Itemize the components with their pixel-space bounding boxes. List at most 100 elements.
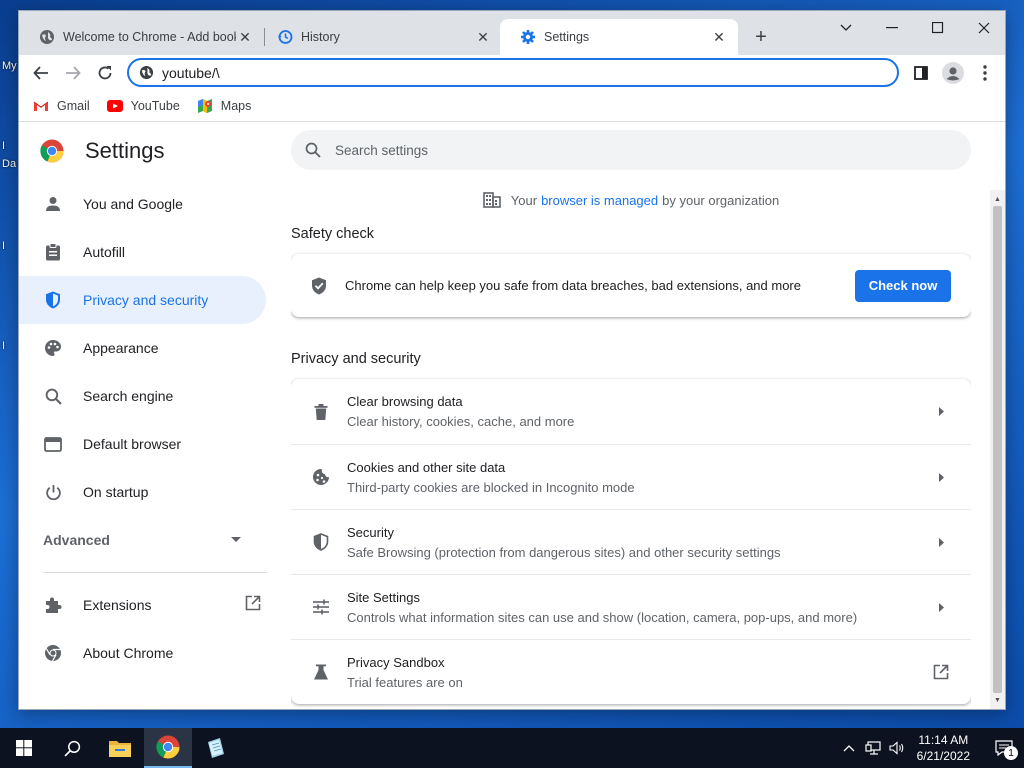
row-title: Security [347,524,394,540]
menu-kebab-icon[interactable] [971,59,999,87]
building-icon [482,192,501,208]
sidebar-item-search-engine[interactable]: Search engine [19,372,275,420]
row-security[interactable]: Security Safe Browsing (protection from … [291,509,971,574]
taskbar-clock[interactable]: 11:14 AM 6/21/2022 [917,732,970,764]
managed-link[interactable]: browser is managed [541,193,658,208]
puzzle-icon [43,595,63,615]
arrow-right-icon [931,472,951,482]
row-subtitle: Safe Browsing (protection from dangerous… [347,544,781,560]
tab-title: History [301,30,340,44]
arrow-right-icon [931,537,951,547]
search-icon [43,386,63,406]
sidebar-advanced-toggle[interactable]: Advanced [19,516,275,564]
clock-date: 6/21/2022 [916,749,970,763]
sidebar-item-on-startup[interactable]: On startup [19,468,275,516]
desktop-icon-label[interactable]: I [2,140,5,152]
chrome-logo-icon [40,139,64,168]
volume-icon[interactable] [885,728,909,768]
sidebar-item-autofill[interactable]: Autofill [19,228,275,276]
palette-icon [43,338,63,358]
sidebar-item-label: Default browser [83,436,182,452]
safety-check-card: Chrome can help keep you safe from data … [291,254,971,317]
bookmark-gmail[interactable]: Gmail [33,99,90,113]
notifications-button[interactable]: 1 [984,728,1024,768]
chrome-taskbar-icon[interactable] [144,728,192,768]
chevron-up-icon[interactable] [837,728,861,768]
notepad-icon[interactable] [192,728,240,768]
search-input[interactable] [335,142,835,158]
row-cookies[interactable]: Cookies and other site data Third-party … [291,444,971,509]
sidebar-item-privacy-and-security[interactable]: Privacy and security [19,276,266,324]
clipboard-icon [43,242,63,262]
row-clear-browsing-data[interactable]: Clear browsing data Clear history, cooki… [291,379,971,444]
desktop-icon-label[interactable]: I [2,340,5,352]
address-bar[interactable] [127,58,899,87]
row-subtitle: Clear history, cookies, cache, and more [347,414,575,429]
globe-icon [139,65,154,80]
desktop-icon-label[interactable]: I [2,240,5,252]
row-subtitle: Controls what information sites can use … [347,609,858,625]
history-icon [277,29,293,45]
managed-notice: Your browser is managed by your organiza… [291,180,971,220]
search-settings-box[interactable] [291,130,971,170]
close-icon[interactable]: ✕ [474,28,492,46]
reload-button[interactable] [91,59,119,87]
sidebar-item-about-chrome[interactable]: About Chrome [19,629,275,677]
network-icon[interactable] [861,728,885,768]
gmail-icon [33,100,49,112]
row-privacy-sandbox[interactable]: Privacy Sandbox Trial features are on [291,639,971,704]
bookmark-youtube[interactable]: YouTube [106,99,180,113]
sliders-icon [311,597,331,617]
row-site-settings[interactable]: Site Settings Controls what information … [291,574,971,639]
page-scrollbar[interactable]: ▲ ▼ [990,190,1005,709]
forward-button[interactable] [59,59,87,87]
bookmark-label: YouTube [130,99,180,113]
page-title: Settings [85,138,165,163]
scrollbar-thumb[interactable] [993,206,1002,693]
settings-sidebar: You and Google Autofill Privacy and secu… [19,180,275,709]
caret-down-icon [231,537,241,543]
scroll-up-arrow-icon[interactable]: ▲ [990,192,1005,206]
close-icon[interactable]: ✕ [236,28,254,46]
tab-title: Settings [544,30,590,44]
sidebar-item-default-browser[interactable]: Default browser [19,420,275,468]
start-button[interactable] [0,728,48,768]
profile-avatar[interactable] [939,59,967,87]
toolbar [19,55,1005,91]
section-title-safety-check: Safety check [291,226,375,242]
desktop-icon-label[interactable]: Da [2,158,16,170]
back-button[interactable] [27,59,55,87]
sidebar-divider [43,572,267,573]
file-explorer-icon[interactable] [96,728,144,768]
settings-header: Settings [19,122,1005,180]
tab-history[interactable]: History ✕ [257,19,502,55]
privacy-card: Clear browsing data Clear history, cooki… [291,379,971,704]
close-icon[interactable]: ✕ [710,28,728,46]
new-tab-button[interactable]: + [749,25,773,49]
tab-search-chevron-icon[interactable] [823,13,869,43]
sidebar-item-extensions[interactable]: Extensions [19,581,275,629]
minimize-button[interactable] [869,13,915,43]
sidebar-item-label: Extensions [83,597,152,613]
safety-check-description: Chrome can help keep you safe from data … [345,278,801,293]
search-icon[interactable] [48,728,96,768]
tab-settings[interactable]: Settings ✕ [500,19,738,55]
sidebar-item-label: Advanced [43,532,110,548]
shield-check-icon [311,277,327,295]
scroll-down-arrow-icon[interactable]: ▼ [990,693,1005,707]
close-window-button[interactable] [961,13,1005,43]
sidebar-item-appearance[interactable]: Appearance [19,324,275,372]
side-panel-icon[interactable] [907,59,935,87]
row-title: Privacy Sandbox [347,654,445,670]
desktop-icon-label[interactable]: My [2,60,17,72]
sidebar-item-label: Appearance [83,340,159,356]
maximize-button[interactable] [915,13,961,43]
globe-icon [39,29,55,45]
chrome-window: Welcome to Chrome - Add book ✕ History ✕… [18,10,1006,710]
check-now-button[interactable]: Check now [855,269,951,302]
tab-welcome[interactable]: Welcome to Chrome - Add book ✕ [19,19,264,55]
settings-page: Settings You and Google Autofill [19,122,1005,709]
sidebar-item-you-and-google[interactable]: You and Google [19,180,275,228]
url-input[interactable] [162,64,762,81]
bookmark-maps[interactable]: Maps [197,98,251,114]
